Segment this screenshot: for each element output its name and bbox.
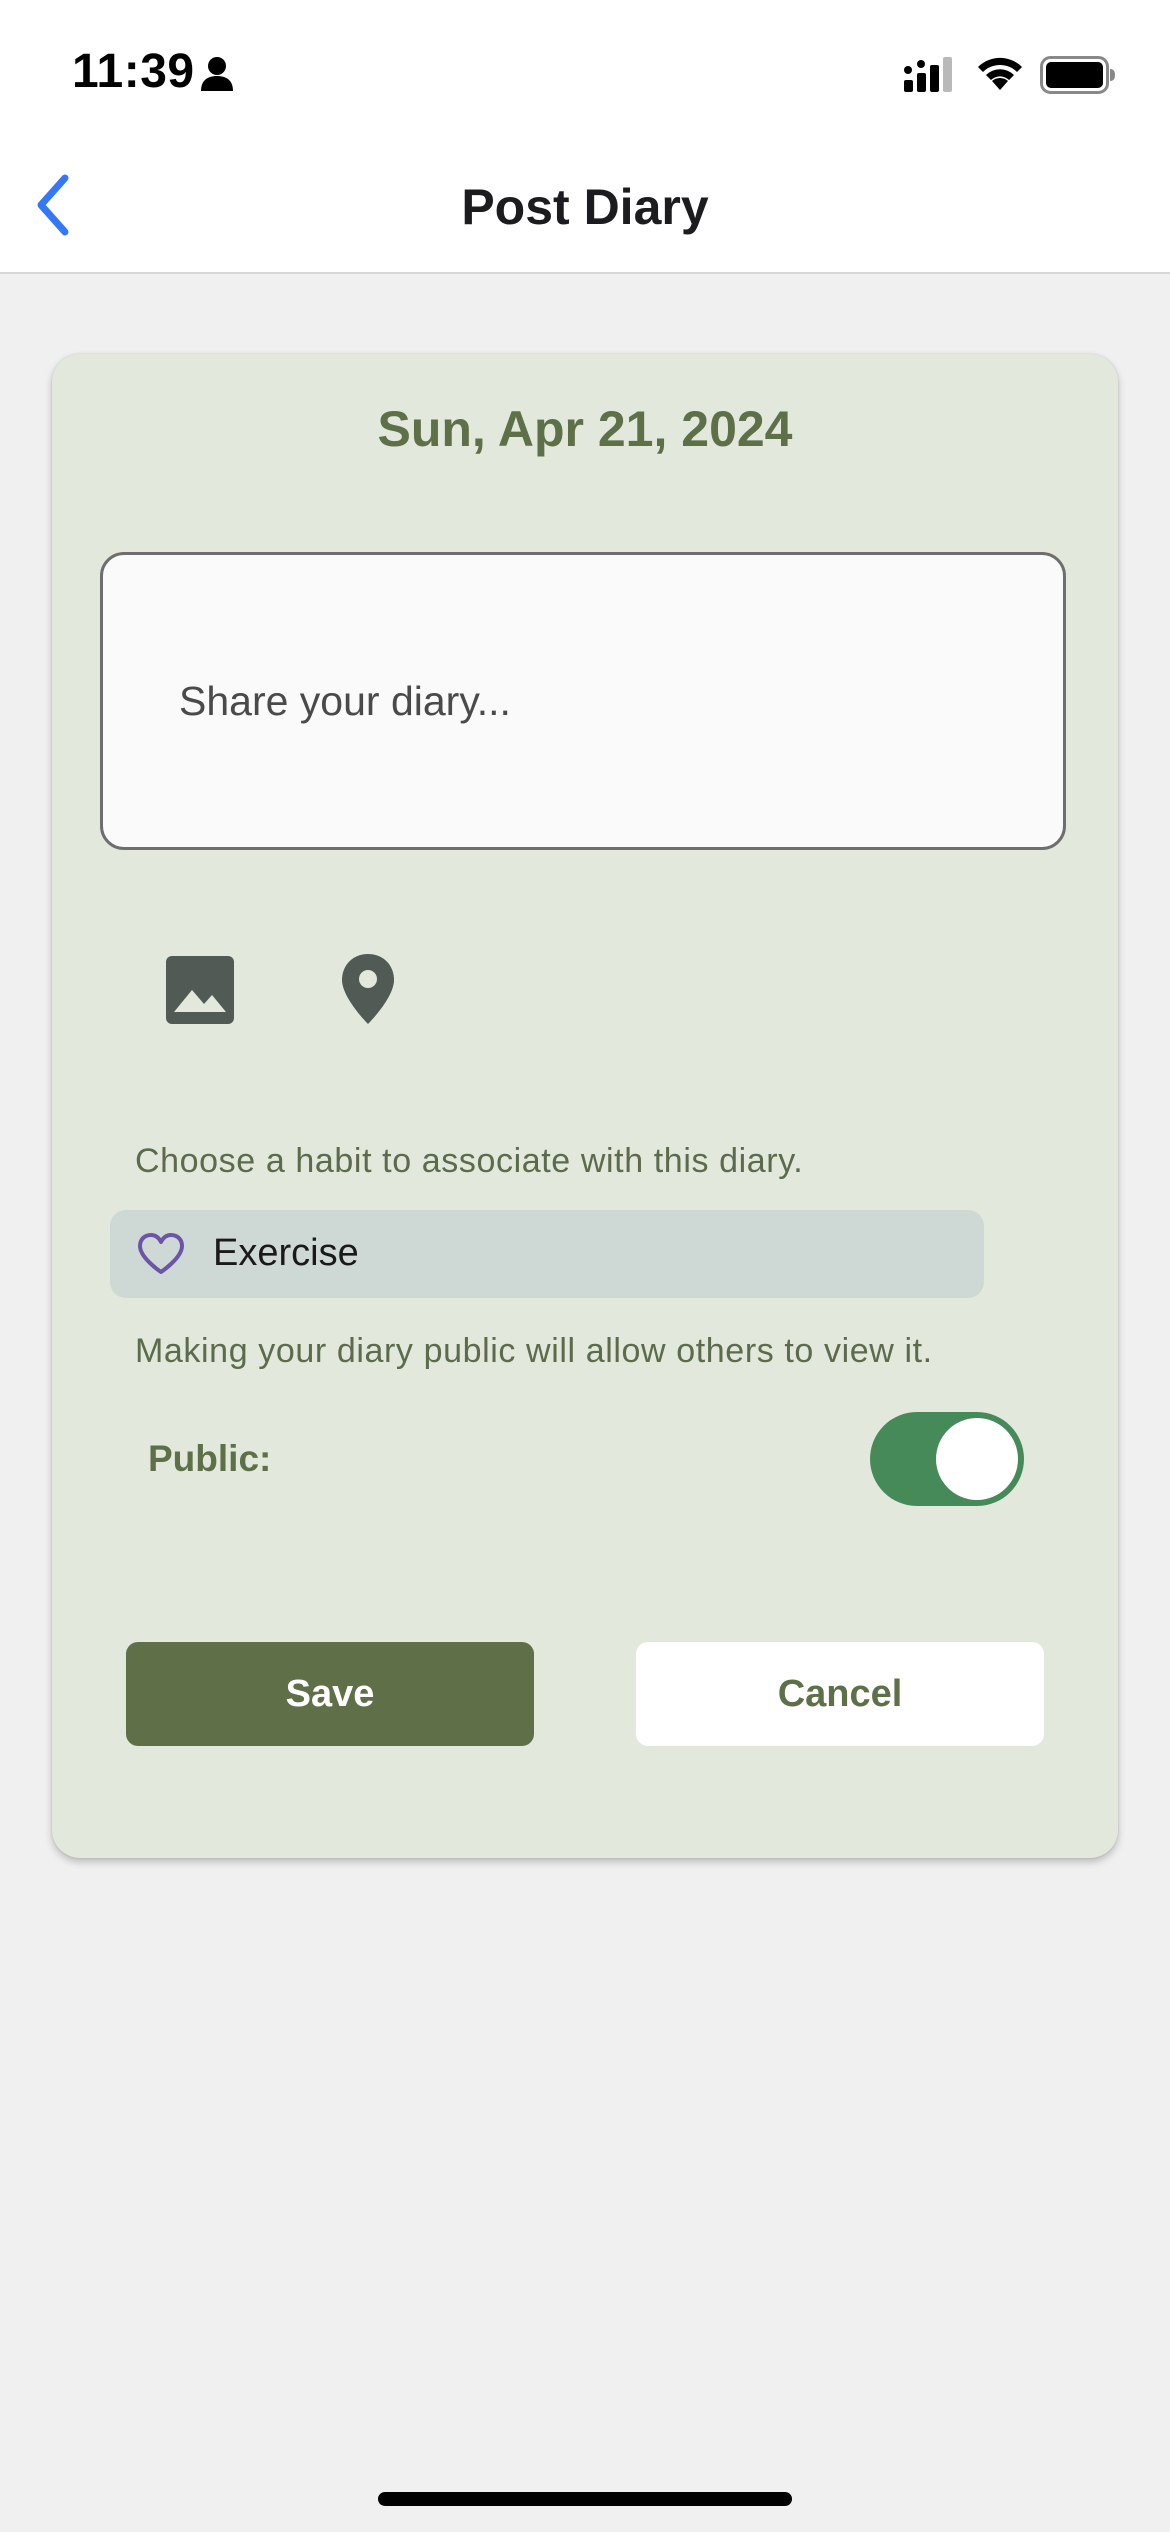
public-label: Public: <box>148 1438 272 1479</box>
image-icon[interactable] <box>164 954 236 1031</box>
battery-icon <box>1040 56 1116 99</box>
habit-selector[interactable]: Exercise <box>110 1210 984 1298</box>
home-indicator <box>378 2492 792 2506</box>
toggle-knob <box>936 1418 1018 1500</box>
wifi-icon <box>974 52 1026 97</box>
heart-icon <box>136 1232 186 1281</box>
page-title: Post Diary <box>461 179 709 235</box>
public-toggle[interactable] <box>870 1412 1024 1506</box>
diary-text-input[interactable] <box>100 552 1066 850</box>
status-bar: 11:39 <box>0 0 1170 140</box>
cancel-button[interactable]: Cancel <box>636 1642 1044 1746</box>
location-pin-icon[interactable] <box>340 952 396 1031</box>
habit-label: Exercise <box>213 1232 359 1274</box>
signal-icon <box>904 56 960 99</box>
person-icon <box>200 56 234 97</box>
public-hint-text: Making your diary public will allow othe… <box>135 1332 933 1370</box>
save-button[interactable]: Save <box>126 1642 534 1746</box>
diary-date: Sun, Apr 21, 2024 <box>377 401 793 457</box>
habit-hint-text: Choose a habit to associate with this di… <box>135 1142 804 1180</box>
status-time: 11:39 <box>72 45 195 98</box>
navigation-bar: Post Diary <box>0 140 1170 274</box>
diary-card: Sun, Apr 21, 2024 Choose a habit to asso… <box>52 354 1118 1858</box>
